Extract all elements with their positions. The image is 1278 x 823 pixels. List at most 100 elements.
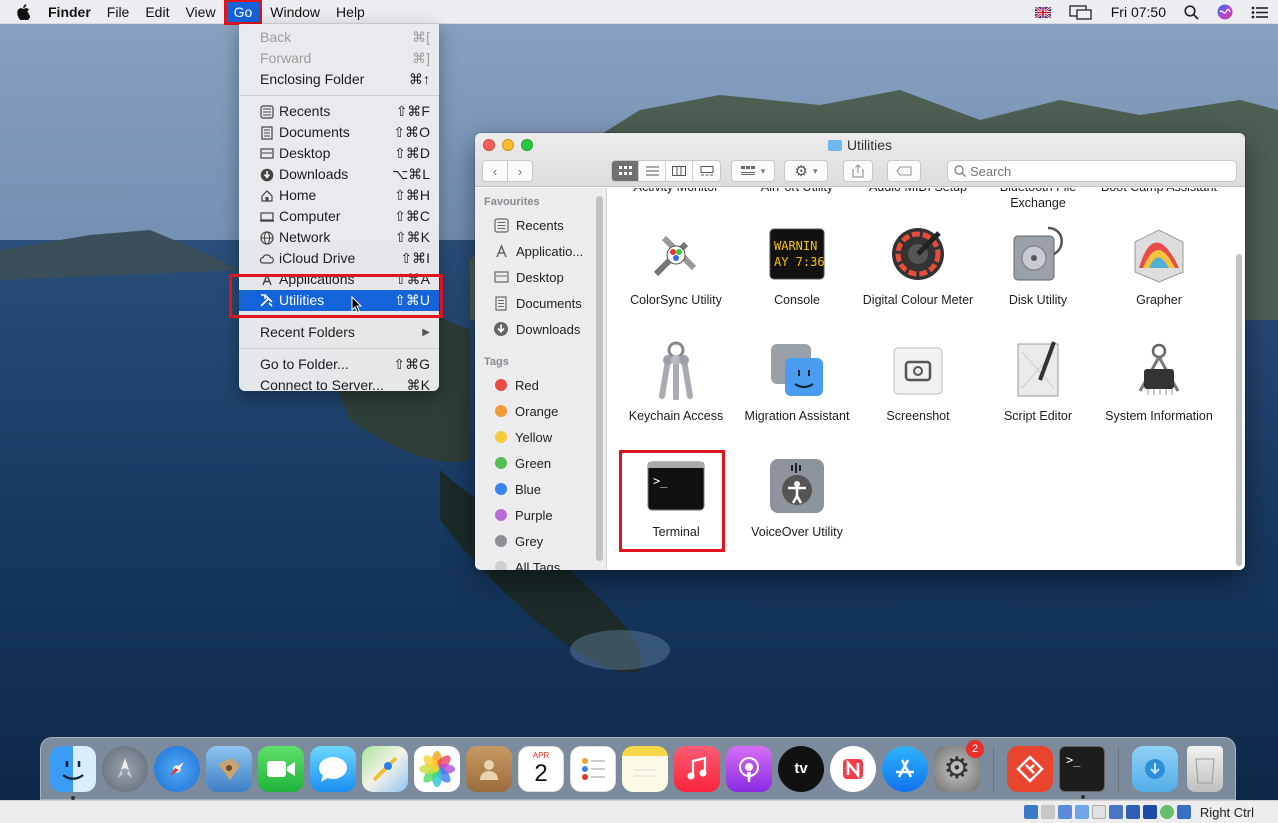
file-item-airport-utility[interactable]: AirPort Utility (737, 188, 857, 195)
dock-photos-icon[interactable] (414, 745, 460, 792)
file-item-voiceover-utility[interactable]: VoiceOver Utility (737, 454, 857, 540)
file-item-activity-monitor[interactable]: Activity Monitor (616, 188, 736, 195)
go-menu-home[interactable]: Home ⇧⌘H (239, 185, 439, 206)
dock-safari-icon[interactable] (154, 745, 200, 792)
optical-drive-icon[interactable] (1040, 805, 1055, 819)
dock-finder-icon[interactable] (50, 745, 96, 800)
dock-maps-icon[interactable] (362, 745, 408, 792)
dock-trash-icon[interactable] (1187, 745, 1223, 792)
go-menu-go-to-folder[interactable]: Go to Folder... ⇧⌘G (239, 354, 439, 375)
dock-podcasts-icon[interactable] (726, 745, 772, 792)
menu-view[interactable]: View (177, 1, 223, 23)
spotlight-search-icon[interactable] (1175, 4, 1208, 20)
go-menu-forward[interactable]: Forward ⌘] (239, 48, 439, 69)
dock-facetime-icon[interactable] (258, 745, 304, 792)
search-input[interactable] (970, 163, 1210, 179)
file-item-system-information[interactable]: System Information (1099, 338, 1219, 424)
sidebar-scrollbar[interactable] (596, 196, 603, 561)
sidebar-tag-orange[interactable]: Orange (475, 398, 606, 424)
siri-icon[interactable] (1208, 4, 1242, 20)
input-source-flag-icon[interactable] (1026, 6, 1060, 18)
file-item-console[interactable]: WARNIN AY 7:36 Console (737, 222, 857, 308)
dock-remote-desktop-icon[interactable] (1007, 745, 1053, 792)
file-item-script-editor[interactable]: Script Editor (978, 338, 1098, 424)
sidebar-item-documents[interactable]: Documents (475, 290, 606, 316)
go-menu-icloud-drive[interactable]: iCloud Drive ⇧⌘I (239, 248, 439, 269)
dock-app-store-icon[interactable] (882, 745, 928, 792)
menu-clock[interactable]: Fri 07:50 (1102, 4, 1175, 20)
display-mirroring-icon[interactable] (1060, 4, 1102, 20)
menu-window[interactable]: Window (262, 1, 328, 23)
sidebar-tag-red[interactable]: Red (475, 372, 606, 398)
column-view-button[interactable] (666, 161, 693, 181)
sidebar-tag-purple[interactable]: Purple (475, 502, 606, 528)
forward-button[interactable]: › (507, 160, 533, 182)
gallery-view-button[interactable] (693, 161, 720, 181)
go-menu-recents[interactable]: Recents ⇧⌘F (239, 101, 439, 122)
dock-mail-icon[interactable] (206, 745, 252, 792)
file-item-screenshot[interactable]: Screenshot (858, 338, 978, 424)
file-item-boot-camp-assistant[interactable]: Boot Camp Assistant (1099, 188, 1219, 195)
notification-center-icon[interactable] (1242, 6, 1278, 19)
sidebar-tag-green[interactable]: Green (475, 450, 606, 476)
audio-icon[interactable] (1057, 805, 1072, 819)
file-item-migration-assistant[interactable]: Migration Assistant (737, 338, 857, 424)
hard-disk-icon[interactable] (1023, 805, 1038, 819)
dock-messages-icon[interactable] (310, 745, 356, 792)
dock-launchpad-icon[interactable] (102, 745, 148, 792)
back-button[interactable]: ‹ (482, 160, 508, 182)
file-item-grapher[interactable]: Grapher (1099, 222, 1219, 308)
usb-icon[interactable] (1091, 805, 1106, 819)
go-menu-enclosing-folder[interactable]: Enclosing Folder ⌘↑ (239, 69, 439, 90)
menu-finder[interactable]: Finder (40, 1, 99, 23)
file-item-audio-midi-setup[interactable]: Audio MIDI Setup (858, 188, 978, 195)
search-field[interactable] (947, 160, 1237, 182)
menu-go[interactable]: Go (223, 0, 263, 25)
go-menu-network[interactable]: Network ⇧⌘K (239, 227, 439, 248)
dock-calendar-icon[interactable]: APR 2 (518, 745, 564, 792)
go-menu-downloads[interactable]: Downloads ⌥⌘L (239, 164, 439, 185)
file-item-bluetooth-file-exchange[interactable]: Bluetooth File Exchange (978, 188, 1098, 211)
menu-help[interactable]: Help (328, 1, 373, 23)
dock-terminal-icon[interactable]: >_ (1059, 745, 1105, 799)
go-menu-utilities[interactable]: Utilities ⇧⌘U (239, 290, 439, 311)
sidebar-tag-blue[interactable]: Blue (475, 476, 606, 502)
file-item-terminal[interactable]: >_ Terminal (616, 454, 736, 540)
file-item-disk-utility[interactable]: Disk Utility (978, 222, 1098, 308)
dock-system-preferences-icon[interactable]: ⚙ 2 (934, 739, 984, 792)
go-menu-desktop[interactable]: Desktop ⇧⌘D (239, 143, 439, 164)
sidebar-item-downloads[interactable]: Downloads (475, 316, 606, 342)
dock-reminders-icon[interactable] (570, 745, 616, 792)
group-by-button[interactable]: ▾ (731, 160, 775, 182)
sidebar-item-applications[interactable]: Applicatio... (475, 238, 606, 264)
dock-downloads-folder-icon[interactable] (1132, 745, 1178, 792)
file-item-keychain-access[interactable]: Keychain Access (616, 338, 736, 424)
list-view-button[interactable] (639, 161, 666, 181)
go-menu-computer[interactable]: Computer ⇧⌘C (239, 206, 439, 227)
go-menu-recent-folders[interactable]: Recent Folders ▶ (239, 322, 439, 343)
recording-icon[interactable] (1142, 805, 1157, 819)
file-item-colorsync-utility[interactable]: ColorSync Utility (616, 222, 736, 308)
file-item-digital-colour-meter[interactable]: Digital Colour Meter (858, 222, 978, 308)
menu-edit[interactable]: Edit (137, 1, 177, 23)
dock-music-icon[interactable] (674, 745, 720, 792)
shared-folders-icon[interactable] (1108, 805, 1123, 819)
tags-button[interactable] (887, 160, 921, 182)
network-adapter-icon[interactable] (1074, 805, 1089, 819)
cpu-activity-icon[interactable] (1159, 805, 1174, 819)
go-menu-documents[interactable]: Documents ⇧⌘O (239, 122, 439, 143)
go-menu-back[interactable]: Back ⌘[ (239, 27, 439, 48)
display-icon[interactable] (1125, 805, 1140, 819)
action-menu-button[interactable]: ⚙ ▾ (784, 160, 828, 182)
sidebar-item-recents[interactable]: Recents (475, 212, 606, 238)
menu-file[interactable]: File (99, 1, 138, 23)
apple-menu-icon[interactable] (16, 3, 34, 20)
dock-notes-icon[interactable] (622, 745, 668, 792)
dock-tv-icon[interactable]: tv (778, 745, 824, 792)
mouse-integration-icon[interactable] (1176, 805, 1191, 819)
share-button[interactable] (843, 160, 873, 182)
dock-contacts-icon[interactable] (466, 745, 512, 792)
sidebar-tag-yellow[interactable]: Yellow (475, 424, 606, 450)
sidebar-tag-grey[interactable]: Grey (475, 528, 606, 554)
go-menu-connect-server[interactable]: Connect to Server... ⌘K (239, 375, 439, 396)
